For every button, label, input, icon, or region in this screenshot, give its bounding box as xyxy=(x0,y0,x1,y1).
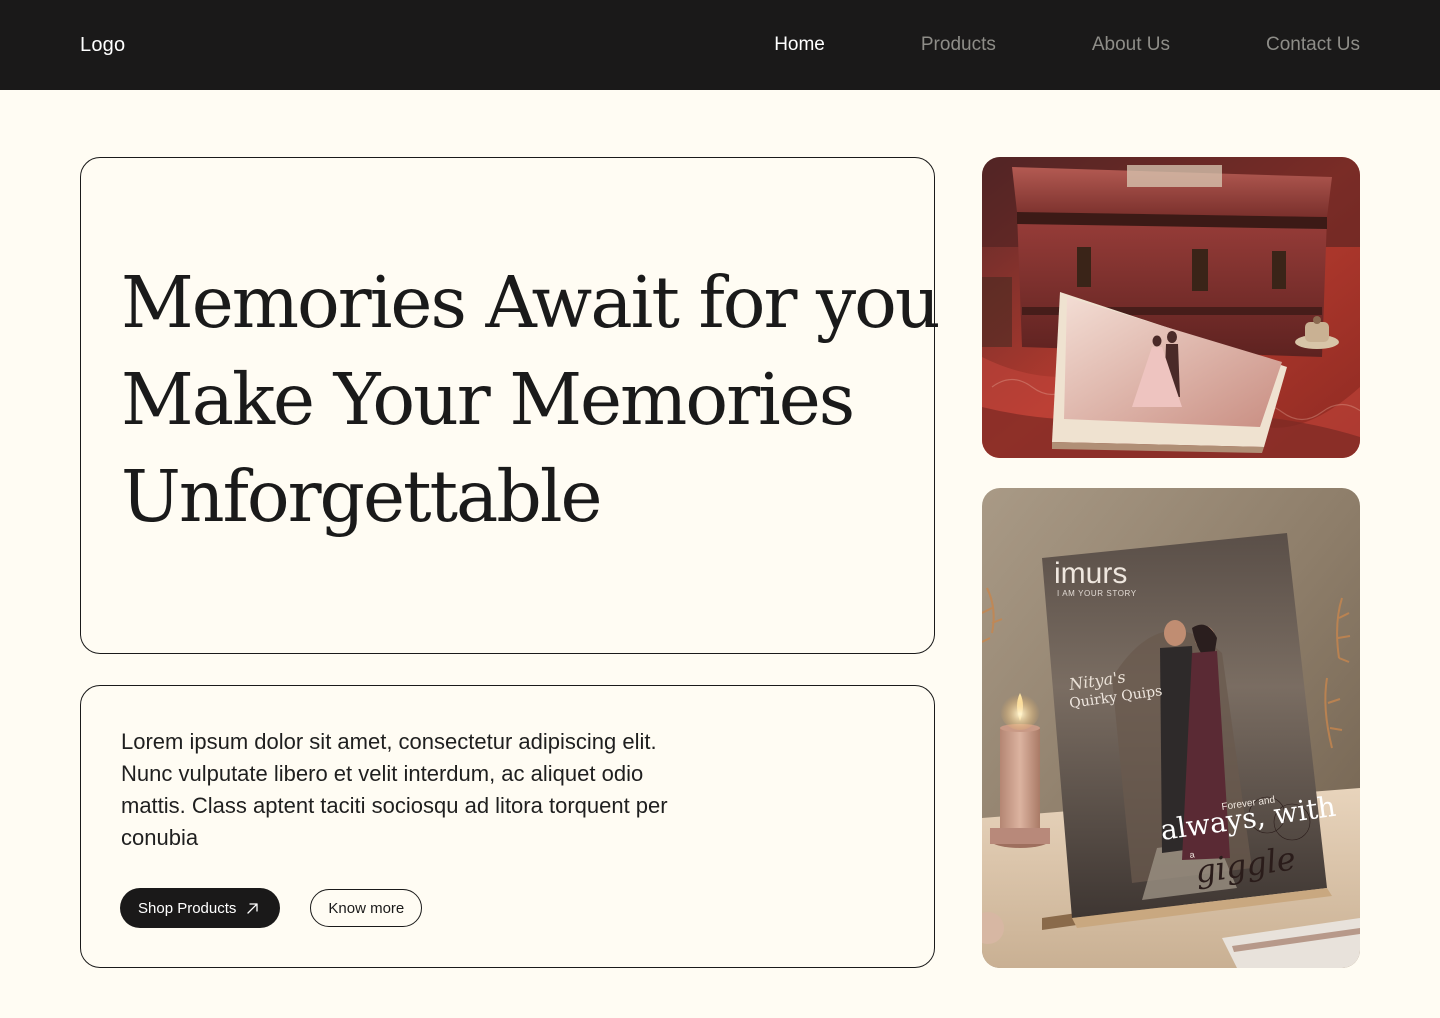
nav-link-contact-us[interactable]: Contact Us xyxy=(1266,34,1360,56)
hero-card: Memories Await for you Make Your Memorie… xyxy=(80,157,941,654)
nav-link-home[interactable]: Home xyxy=(774,34,825,56)
hero-title-line-3: Unforgettable xyxy=(121,455,603,538)
top-navbar: Logo Home Products About Us Contact Us xyxy=(0,0,1440,90)
hero-title-line-1: Memories Await for you xyxy=(121,261,941,344)
know-more-button[interactable]: Know more xyxy=(310,889,423,927)
arrow-up-right-icon xyxy=(247,902,259,914)
hero-title: Memories Await for you Make Your Memorie… xyxy=(121,254,941,545)
shop-products-button[interactable]: Shop Products xyxy=(120,888,281,928)
intro-text: Lorem ipsum dolor sit amet, consectetur … xyxy=(121,729,668,850)
logo[interactable]: Logo xyxy=(80,34,125,57)
hero-title-line-2: Make Your Memories xyxy=(121,358,855,441)
nav-link-products[interactable]: Products xyxy=(921,34,996,56)
trunk-album-image xyxy=(982,157,1360,458)
magazine-tagline: I AM YOUR STORY xyxy=(1057,589,1137,598)
trunk-album-illustration xyxy=(982,157,1360,458)
magazine-brand: imurs xyxy=(1054,557,1127,590)
nav-links: Home Products About Us Contact Us xyxy=(774,34,1360,56)
magazine-easel-image: imurs I AM YOUR STORY Nitya's Quirky Qui… xyxy=(982,488,1360,968)
intro-card: Lorem ipsum dolor sit amet, consectetur … xyxy=(80,685,935,968)
magazine-illustration: imurs I AM YOUR STORY Nitya's Quirky Qui… xyxy=(982,488,1360,968)
nav-link-about-us[interactable]: About Us xyxy=(1092,34,1170,56)
shop-products-label: Shop Products xyxy=(138,899,237,917)
cta-buttons: Shop Products Know more xyxy=(120,888,423,928)
